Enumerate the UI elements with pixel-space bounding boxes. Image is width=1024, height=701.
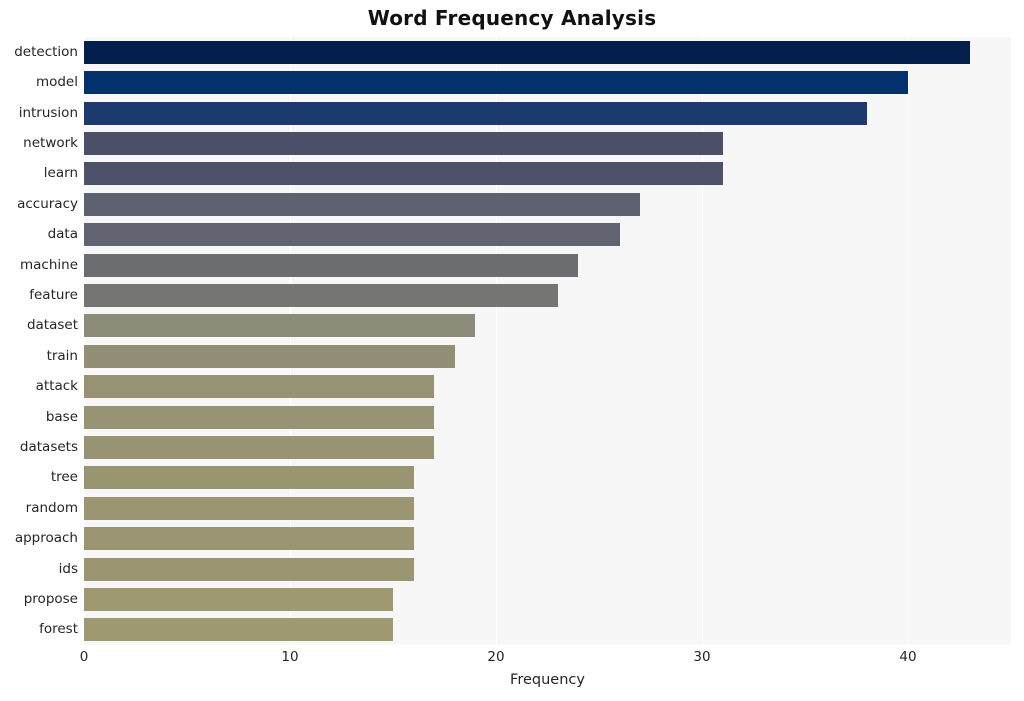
y-tick-label-forest: forest <box>39 621 78 638</box>
y-tick-label-datasets: datasets <box>19 438 78 455</box>
bar-network <box>84 131 723 155</box>
gridline-x-0 <box>84 37 85 645</box>
y-tick-label-approach: approach <box>14 530 78 547</box>
y-tick-label-accuracy: accuracy <box>17 195 78 212</box>
y-tick-label-train: train <box>46 347 78 364</box>
y-tick-label-detection: detection <box>14 43 78 60</box>
bar-train <box>84 344 455 368</box>
bar-learn <box>84 162 723 186</box>
bar-approach <box>84 527 414 551</box>
bar-accuracy <box>84 192 641 216</box>
y-tick-label-feature: feature <box>29 286 78 303</box>
bar-random <box>84 496 414 520</box>
y-tick-label-ids: ids <box>58 560 78 577</box>
y-tick-label-random: random <box>25 499 78 516</box>
y-axis-tick-labels: detection model intrusion network learn accur… <box>0 37 78 645</box>
gridline-x-10 <box>290 37 291 645</box>
bar-feature <box>84 283 558 307</box>
gridline-x-30 <box>702 37 703 645</box>
y-tick-label-dataset: dataset <box>26 317 78 334</box>
bar-data <box>84 223 620 247</box>
y-tick-label-intrusion: intrusion <box>18 104 78 121</box>
y-tick-label-base: base <box>45 408 78 425</box>
x-axis-label: Frequency <box>510 672 585 688</box>
x-tick-label-20: 20 <box>487 649 505 665</box>
x-axis-tick-labels: 0 10 20 30 40 <box>0 645 1024 671</box>
x-tick-label-40: 40 <box>899 649 917 665</box>
y-tick-label-propose: propose <box>23 590 78 607</box>
y-tick-label-data: data <box>47 226 78 243</box>
x-tick-label-10: 10 <box>281 649 299 665</box>
bar-base <box>84 405 435 429</box>
bar-intrusion <box>84 101 867 125</box>
y-tick-label-attack: attack <box>35 378 78 395</box>
x-tick-label-30: 30 <box>693 649 711 665</box>
y-tick-label-tree: tree <box>50 469 78 486</box>
bar-datasets <box>84 435 435 459</box>
y-tick-label-model: model <box>35 74 78 91</box>
chart-figure: Word Frequency Analysis detection model in… <box>0 0 1024 701</box>
y-tick-label-network: network <box>23 134 78 151</box>
x-tick-label-0: 0 <box>79 649 89 665</box>
plot-area <box>84 37 1011 645</box>
chart-title: Word Frequency Analysis <box>367 6 657 30</box>
bar-forest <box>84 618 393 642</box>
gridline-x-40 <box>908 37 909 645</box>
bar-ids <box>84 557 414 581</box>
bar-machine <box>84 253 579 277</box>
bar-model <box>84 71 908 95</box>
bar-attack <box>84 375 435 399</box>
y-tick-label-learn: learn <box>43 165 78 182</box>
gridline-x-20 <box>496 37 497 645</box>
y-tick-label-machine: machine <box>19 256 78 273</box>
bar-tree <box>84 466 414 490</box>
bar-detection <box>84 40 970 64</box>
bar-propose <box>84 587 393 611</box>
bar-dataset <box>84 314 476 338</box>
